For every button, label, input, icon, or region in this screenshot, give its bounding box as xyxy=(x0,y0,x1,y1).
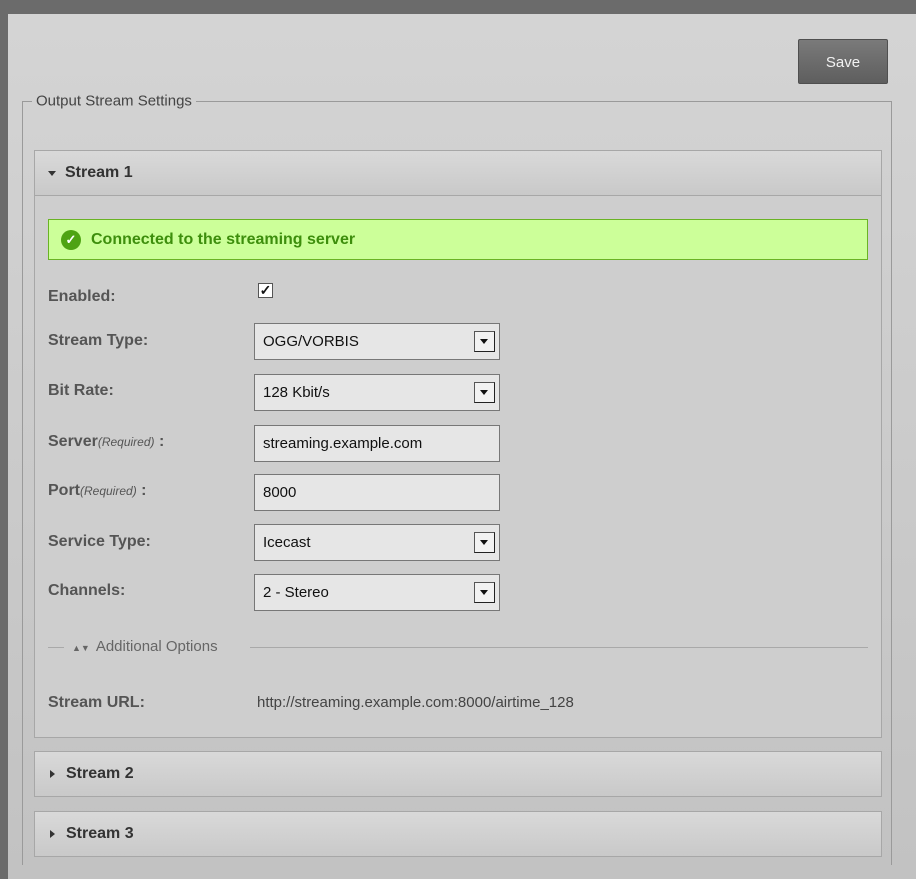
service-type-value: Icecast xyxy=(263,534,311,551)
top-bar xyxy=(0,0,916,14)
server-label: Server(Required) : xyxy=(48,433,165,450)
status-text: Connected to the streaming server xyxy=(91,230,356,248)
additional-options[interactable]: ▲▼ Additional Options xyxy=(48,637,868,657)
stream-type-value: OGG/VORBIS xyxy=(263,333,359,350)
dropdown-arrow-icon[interactable] xyxy=(474,331,495,352)
check-circle-icon: ✓ xyxy=(61,229,81,250)
triangle-right-icon xyxy=(50,770,55,778)
stream-3-header[interactable]: Stream 3 xyxy=(34,811,882,857)
triangle-right-icon xyxy=(50,830,55,838)
dropdown-arrow-icon[interactable] xyxy=(474,582,495,603)
dropdown-arrow-icon[interactable] xyxy=(474,532,495,553)
service-type-select[interactable]: Icecast xyxy=(254,524,500,561)
triangle-down-icon xyxy=(48,170,56,176)
channels-value: 2 - Stereo xyxy=(263,584,329,601)
fieldset-legend: Output Stream Settings xyxy=(32,92,196,110)
stream-2-title: Stream 2 xyxy=(66,765,134,782)
bit-rate-label: Bit Rate: xyxy=(48,382,114,399)
status-message: ✓ Connected to the streaming server xyxy=(48,219,868,260)
sort-arrows-icon: ▲▼ xyxy=(72,643,90,653)
service-type-label: Service Type: xyxy=(48,533,151,550)
port-label: Port(Required) : xyxy=(48,482,147,499)
stream-type-label: Stream Type: xyxy=(48,332,149,349)
enabled-checkbox[interactable]: ✓ xyxy=(258,283,273,298)
stream-3-title: Stream 3 xyxy=(66,825,134,842)
channels-select[interactable]: 2 - Stereo xyxy=(254,574,500,611)
bit-rate-value: 128 Kbit/s xyxy=(263,384,330,401)
dropdown-arrow-icon[interactable] xyxy=(474,382,495,403)
stream-2-header[interactable]: Stream 2 xyxy=(34,751,882,797)
stream-1-title: Stream 1 xyxy=(65,164,133,181)
stream-url-value: http://streaming.example.com:8000/airtim… xyxy=(257,694,574,711)
server-input[interactable]: streaming.example.com xyxy=(254,425,500,462)
channels-label: Channels: xyxy=(48,582,126,599)
save-button[interactable]: Save xyxy=(798,39,888,84)
stream-url-label: Stream URL: xyxy=(48,694,145,711)
stream-1-header[interactable]: Stream 1 xyxy=(34,150,882,196)
bit-rate-select[interactable]: 128 Kbit/s xyxy=(254,374,500,411)
additional-options-toggle[interactable]: ▲▼ Additional Options xyxy=(72,638,218,655)
port-input[interactable]: 8000 xyxy=(254,474,500,511)
stream-type-select[interactable]: OGG/VORBIS xyxy=(254,323,500,360)
enabled-label: Enabled: xyxy=(48,288,116,305)
